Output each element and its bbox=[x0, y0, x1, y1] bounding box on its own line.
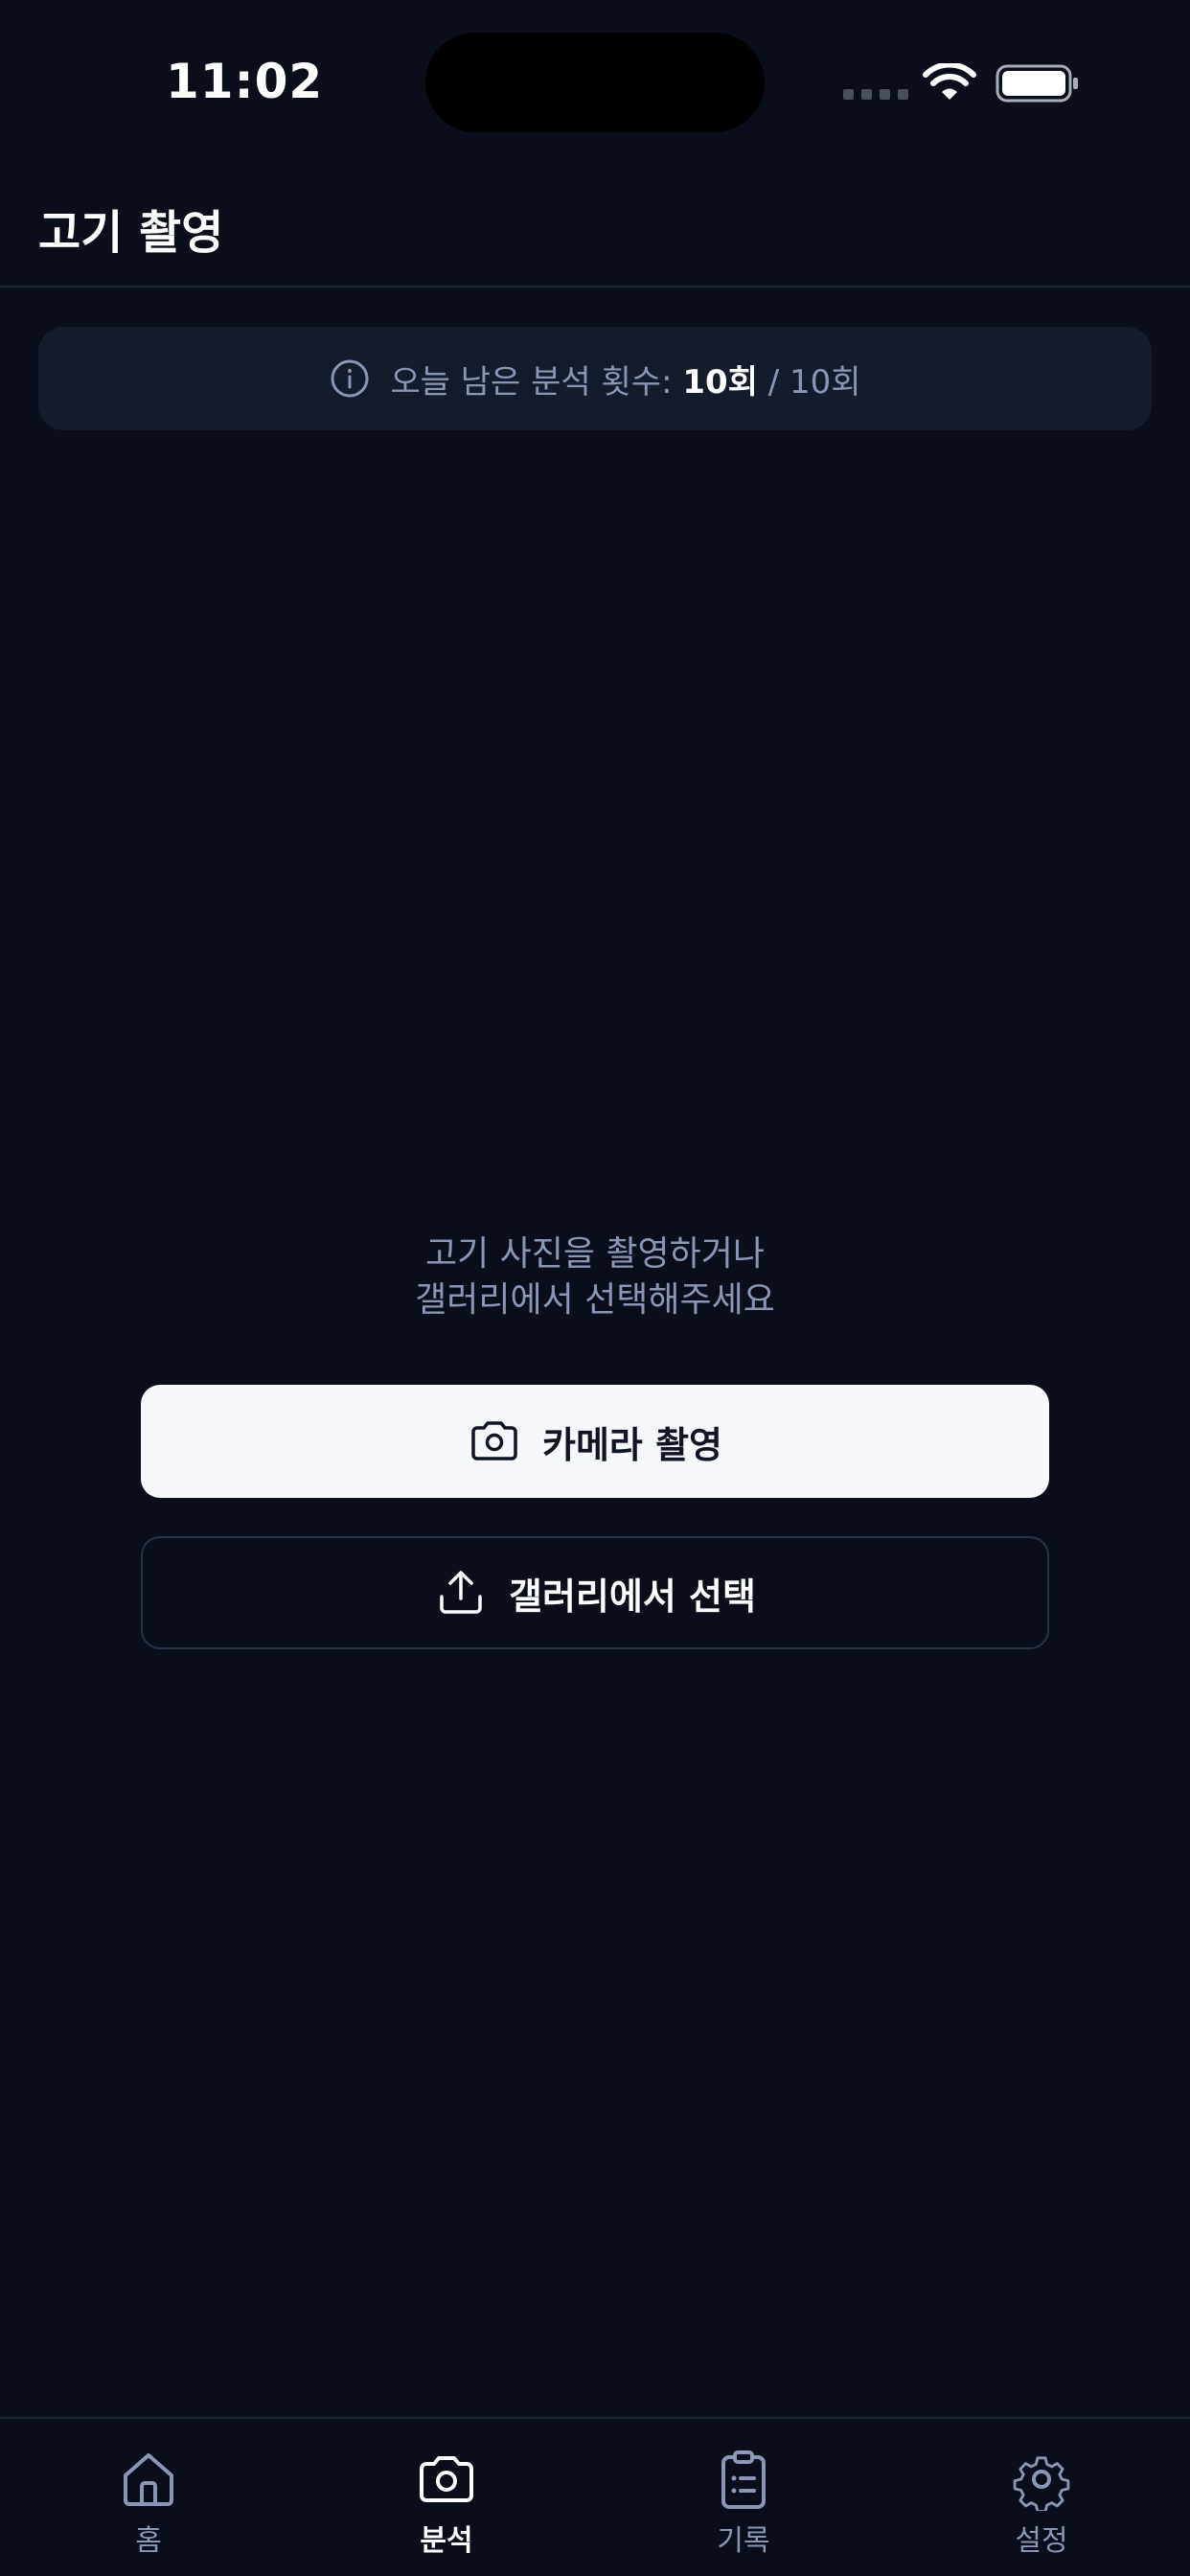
tab-settings[interactable]: 설정 bbox=[965, 2448, 1118, 2559]
cellular-signal-icon bbox=[843, 89, 908, 100]
camera-capture-button[interactable]: 카메라 촬영 bbox=[141, 1385, 1049, 1498]
tab-settings-label: 설정 bbox=[1015, 2524, 1068, 2558]
tab-home-label: 홈 bbox=[135, 2524, 162, 2558]
gallery-button-label: 갤러리에서 선택 bbox=[509, 1575, 756, 1618]
prompt-line-1: 고기 사진을 촬영하거나 bbox=[424, 1234, 766, 1274]
quota-label: 오늘 남은 분석 횟수: bbox=[390, 362, 673, 402]
tab-bar: 홈 분석 기록 설정 bbox=[0, 2417, 1190, 2576]
quota-text: 오늘 남은 분석 횟수: 10회 / 10회 bbox=[390, 356, 860, 402]
gear-icon bbox=[1013, 2456, 1070, 2511]
upload-icon bbox=[440, 1571, 482, 1614]
camera-icon bbox=[420, 2456, 473, 2502]
prompt-line-2: 갤러리에서 선택해주세요 bbox=[415, 1280, 775, 1320]
tab-records[interactable]: 기록 bbox=[667, 2448, 820, 2559]
dynamic-island bbox=[425, 33, 765, 132]
tab-home[interactable]: 홈 bbox=[72, 2448, 225, 2559]
tab-records-label: 기록 bbox=[717, 2524, 770, 2558]
quota-banner: 오늘 남은 분석 횟수: 10회 / 10회 bbox=[38, 327, 1152, 430]
quota-remaining: 10회 bbox=[682, 362, 758, 402]
camera-button-label: 카메라 촬영 bbox=[541, 1423, 723, 1466]
tab-analyze[interactable]: 분석 bbox=[370, 2448, 523, 2559]
status-time: 11:02 bbox=[166, 54, 324, 109]
battery-icon bbox=[995, 64, 1078, 103]
camera-icon bbox=[471, 1421, 517, 1460]
status-bar: 11:02 bbox=[0, 0, 1190, 163]
home-icon bbox=[124, 2453, 173, 2506]
quota-separator: / bbox=[767, 362, 780, 402]
wifi-icon bbox=[923, 63, 976, 100]
info-icon bbox=[331, 359, 369, 398]
app-header: 고기 촬영 bbox=[0, 163, 1190, 288]
gallery-select-button[interactable]: 갤러리에서 선택 bbox=[141, 1536, 1049, 1649]
tab-analyze-label: 분석 bbox=[420, 2524, 473, 2558]
page-title: 고기 촬영 bbox=[38, 206, 224, 260]
capture-prompt: 고기 사진을 촬영하거나 갤러리에서 선택해주세요 bbox=[0, 1231, 1190, 1323]
clipboard-icon bbox=[721, 2450, 766, 2509]
quota-total: 10회 bbox=[790, 362, 861, 402]
